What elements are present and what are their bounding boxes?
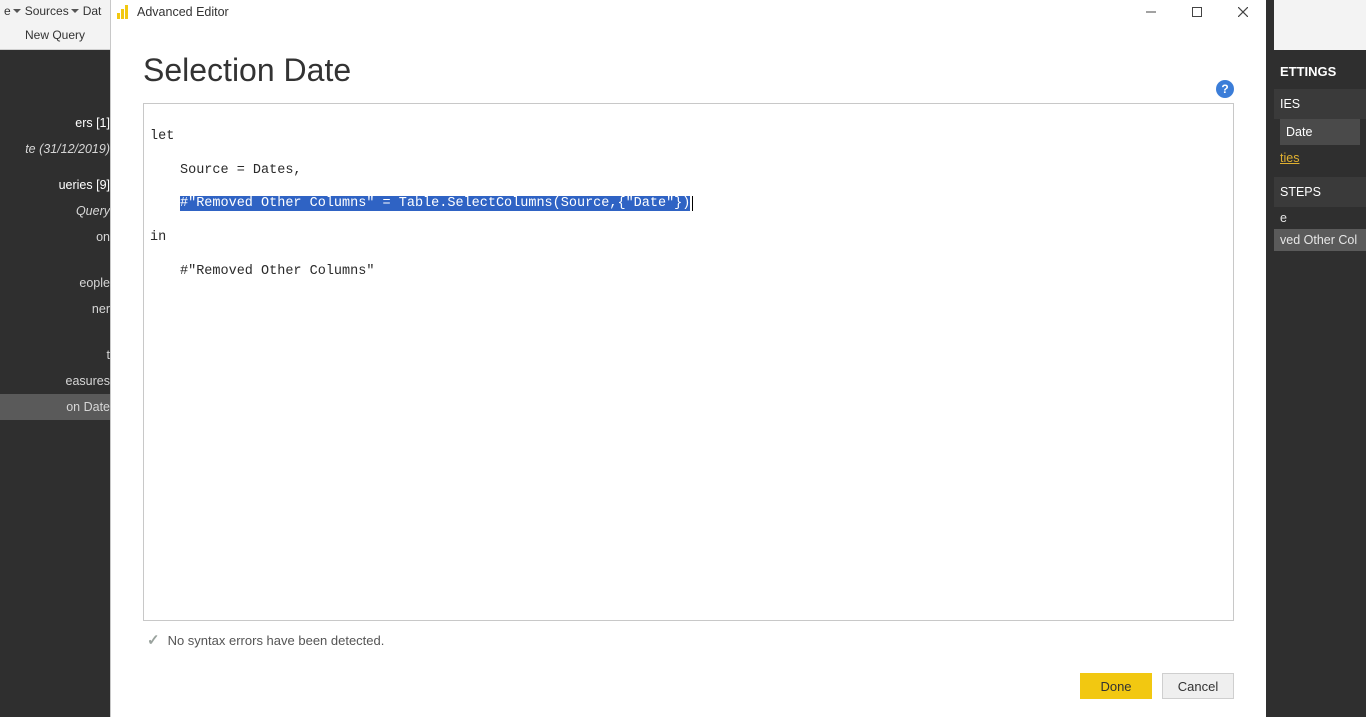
page-title: Selection Date [143,52,1234,89]
properties-header: IES [1274,89,1366,119]
dialog-footer: Done Cancel [111,661,1266,717]
left-panel: e Sources Dat New Query ers [1] te (31/1… [0,0,110,717]
nav-item-on[interactable]: on [0,224,110,250]
close-button[interactable] [1220,0,1266,24]
ribbon-label-sources[interactable]: Sources [25,4,79,18]
nav-item-query[interactable]: Query [0,198,110,224]
ribbon-label-data[interactable]: Dat [83,4,102,18]
queries-nav: ers [1] te (31/12/2019) ueries [9] Query… [0,50,110,420]
code-line-4: in [150,230,1227,247]
applied-steps-header: STEPS [1274,177,1366,207]
query-settings-header: ETTINGS [1274,50,1366,89]
code-line-3: #"Removed Other Columns" = Table.SelectC… [150,196,1227,213]
done-button[interactable]: Done [1080,673,1152,699]
cancel-button[interactable]: Cancel [1162,673,1234,699]
minimize-button[interactable] [1128,0,1174,24]
ribbon-fragment: e Sources Dat New Query [0,0,110,50]
titlebar: Advanced Editor [111,0,1266,24]
nav-gap-2 [0,322,110,342]
applied-step-removed-other[interactable]: ved Other Col [1274,229,1366,251]
maximize-button[interactable] [1174,0,1220,24]
text-caret [692,196,693,211]
ribbon-label-e[interactable]: e [4,4,21,18]
nav-item-ner[interactable]: ner [0,296,110,322]
code-line-1: let [150,129,1227,146]
nav-item-measures[interactable]: easures [0,368,110,394]
code-editor[interactable]: let Source = Dates, #"Removed Other Colu… [143,103,1234,621]
window-title: Advanced Editor [137,5,229,19]
query-name-field[interactable]: Date [1280,119,1360,145]
nav-group-parameters[interactable]: ers [1] [0,110,110,136]
ribbon-group-new-query: New Query [4,28,106,42]
code-line-5: #"Removed Other Columns" [150,264,1227,281]
nav-group-queries[interactable]: ueries [9] [0,172,110,198]
nav-item-param-date[interactable]: te (31/12/2019) [0,136,110,162]
nav-item-t[interactable]: t [0,342,110,368]
applied-step-source[interactable]: e [1274,207,1366,229]
nav-item-people[interactable]: eople [0,270,110,296]
syntax-status: ✓ No syntax errors have been detected. [143,621,1234,653]
help-icon[interactable]: ? [1216,80,1234,98]
powerbi-icon [117,5,131,19]
right-panel: ETTINGS IES Date ties STEPS e ved Other … [1274,0,1366,717]
code-line-2: Source = Dates, [150,163,1227,180]
check-icon: ✓ [147,631,160,649]
advanced-editor-dialog: Advanced Editor Selection Date ? let Sou… [110,0,1266,717]
status-text: No syntax errors have been detected. [168,633,385,648]
all-properties-link[interactable]: ties [1274,145,1366,171]
nav-item-selection-date[interactable]: on Date [0,394,110,420]
nav-gap-1 [0,250,110,270]
